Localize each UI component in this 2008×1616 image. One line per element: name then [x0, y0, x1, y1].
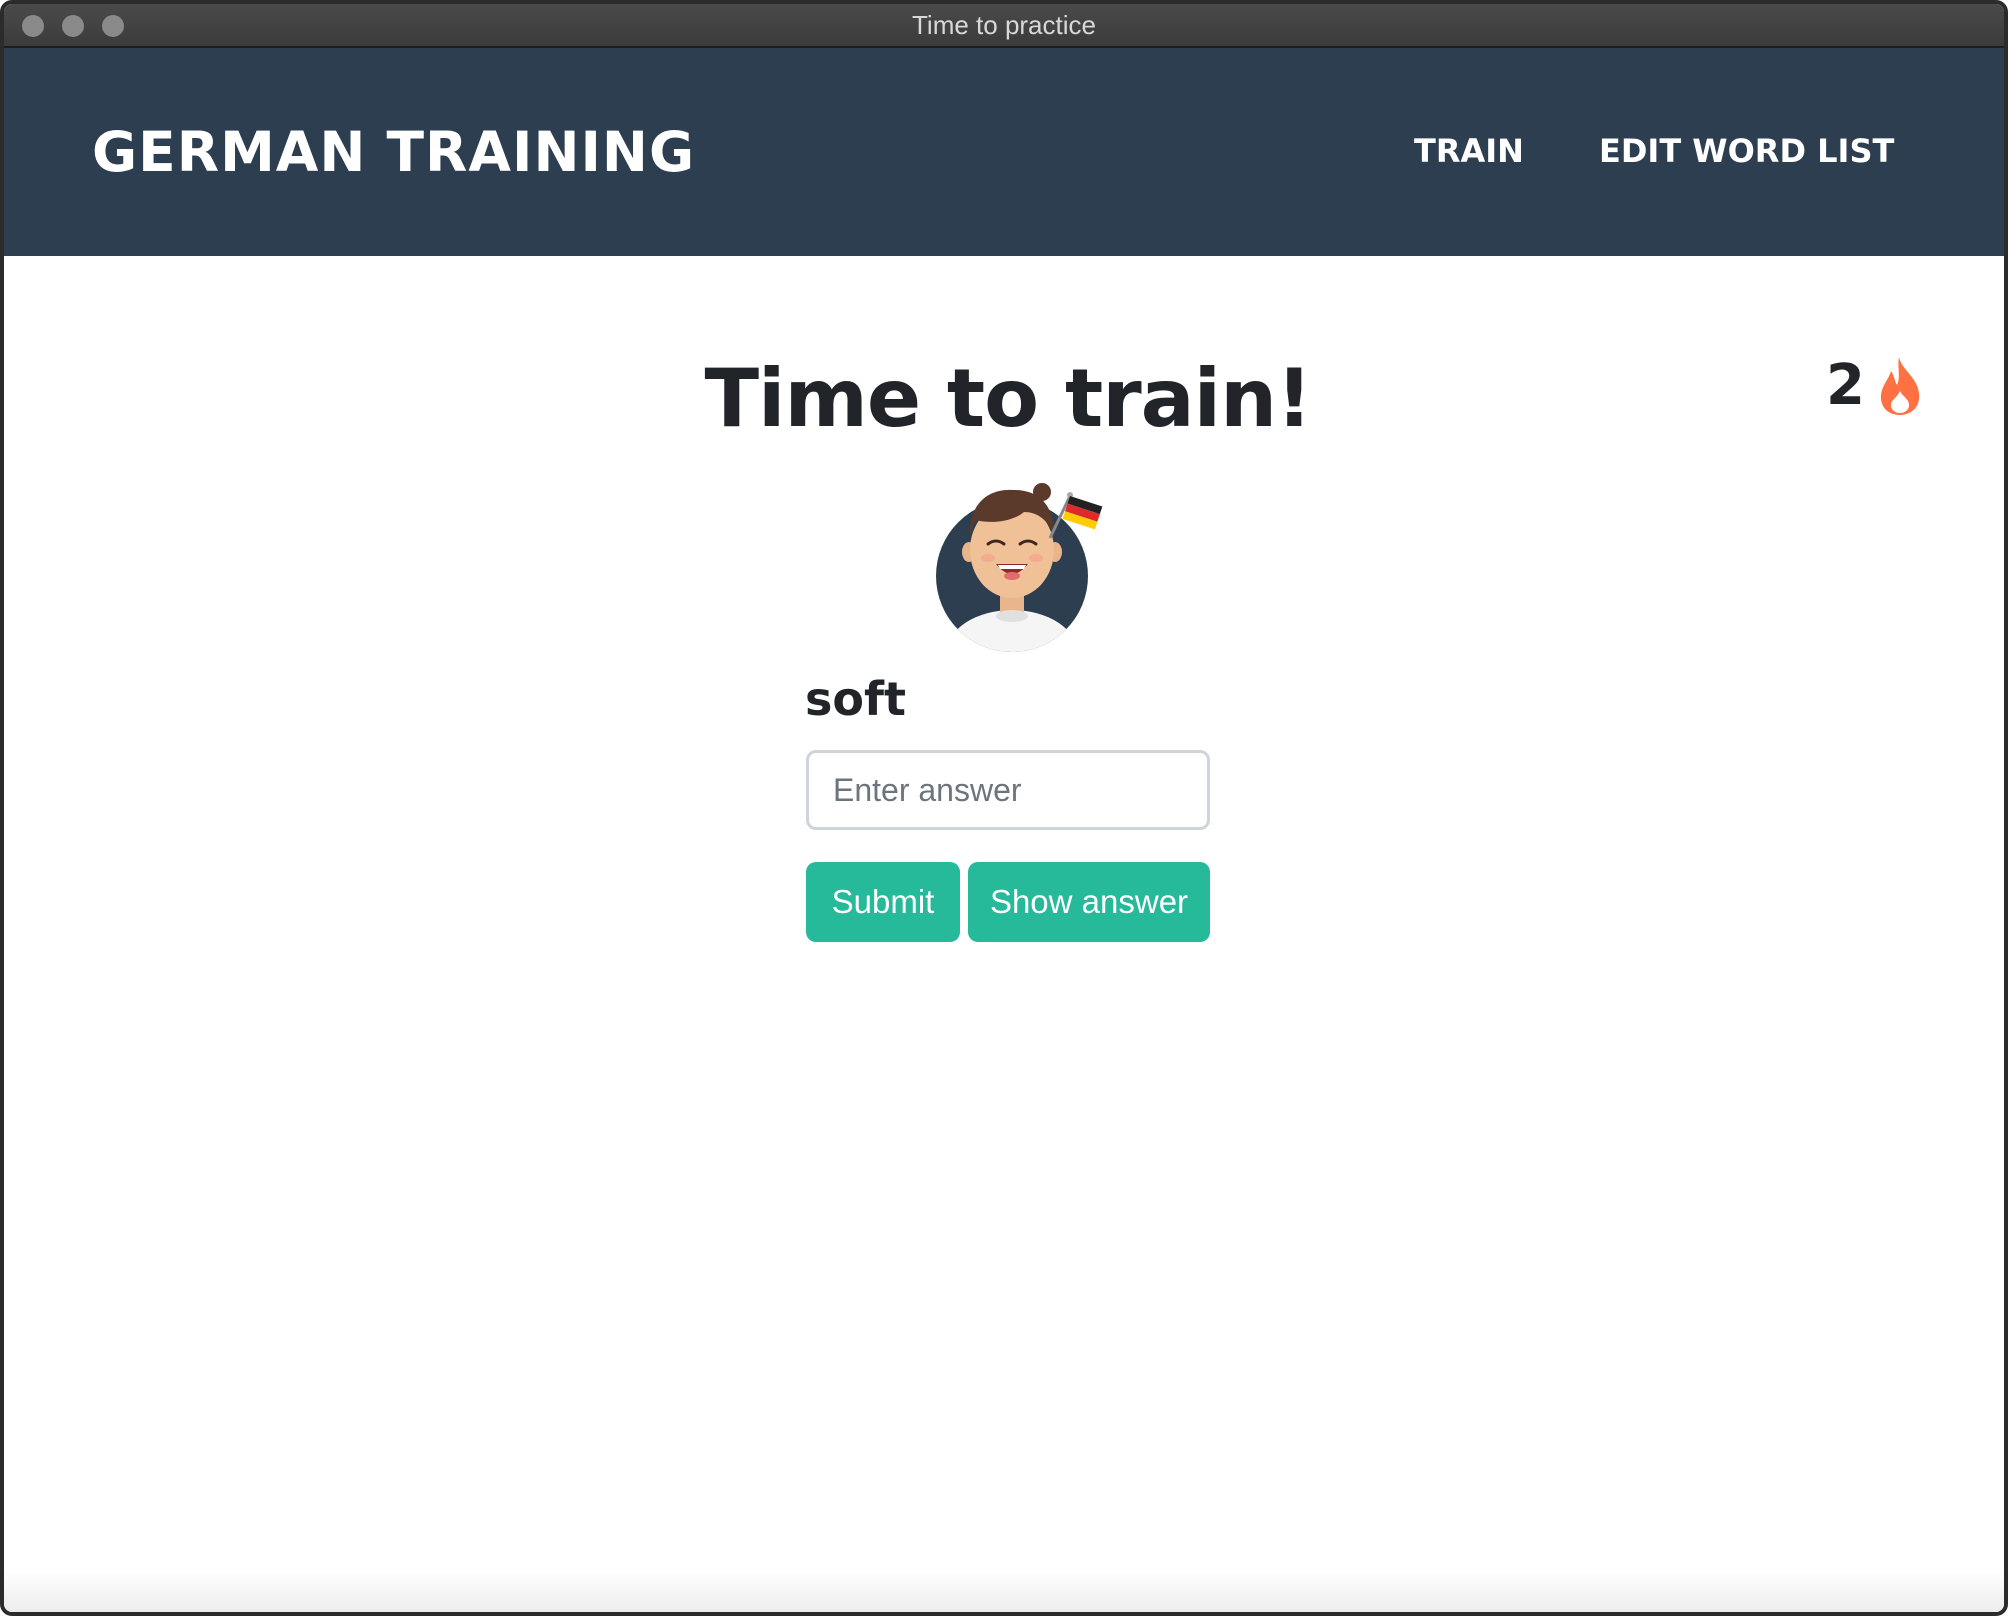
answer-input[interactable]	[806, 750, 1210, 830]
navbar: GERMAN TRAINING TRAIN EDIT WORD LIST	[4, 48, 2004, 256]
streak-counter: 2	[1826, 356, 1923, 416]
show-answer-button[interactable]: Show answer	[968, 862, 1210, 942]
brand-logo-text[interactable]: GERMAN TRAINING	[92, 120, 695, 184]
window-bottom-edge	[4, 1572, 2004, 1612]
fire-icon	[1880, 357, 1920, 415]
prompt-word: soft	[805, 672, 906, 726]
window-titlebar: Time to practice	[4, 4, 2004, 48]
streak-count: 2	[1826, 353, 1865, 418]
window-title: Time to practice	[912, 10, 1096, 40]
app-window: Time to practice GERMAN TRAINING TRAIN E…	[0, 0, 2008, 1616]
page-title: Time to train!	[704, 352, 1312, 445]
nav-link-train[interactable]: TRAIN	[1414, 132, 1524, 170]
avatar-icon	[936, 483, 1103, 652]
submit-button[interactable]: Submit	[806, 862, 960, 942]
nav-link-edit-word-list[interactable]: EDIT WORD LIST	[1599, 132, 1894, 170]
